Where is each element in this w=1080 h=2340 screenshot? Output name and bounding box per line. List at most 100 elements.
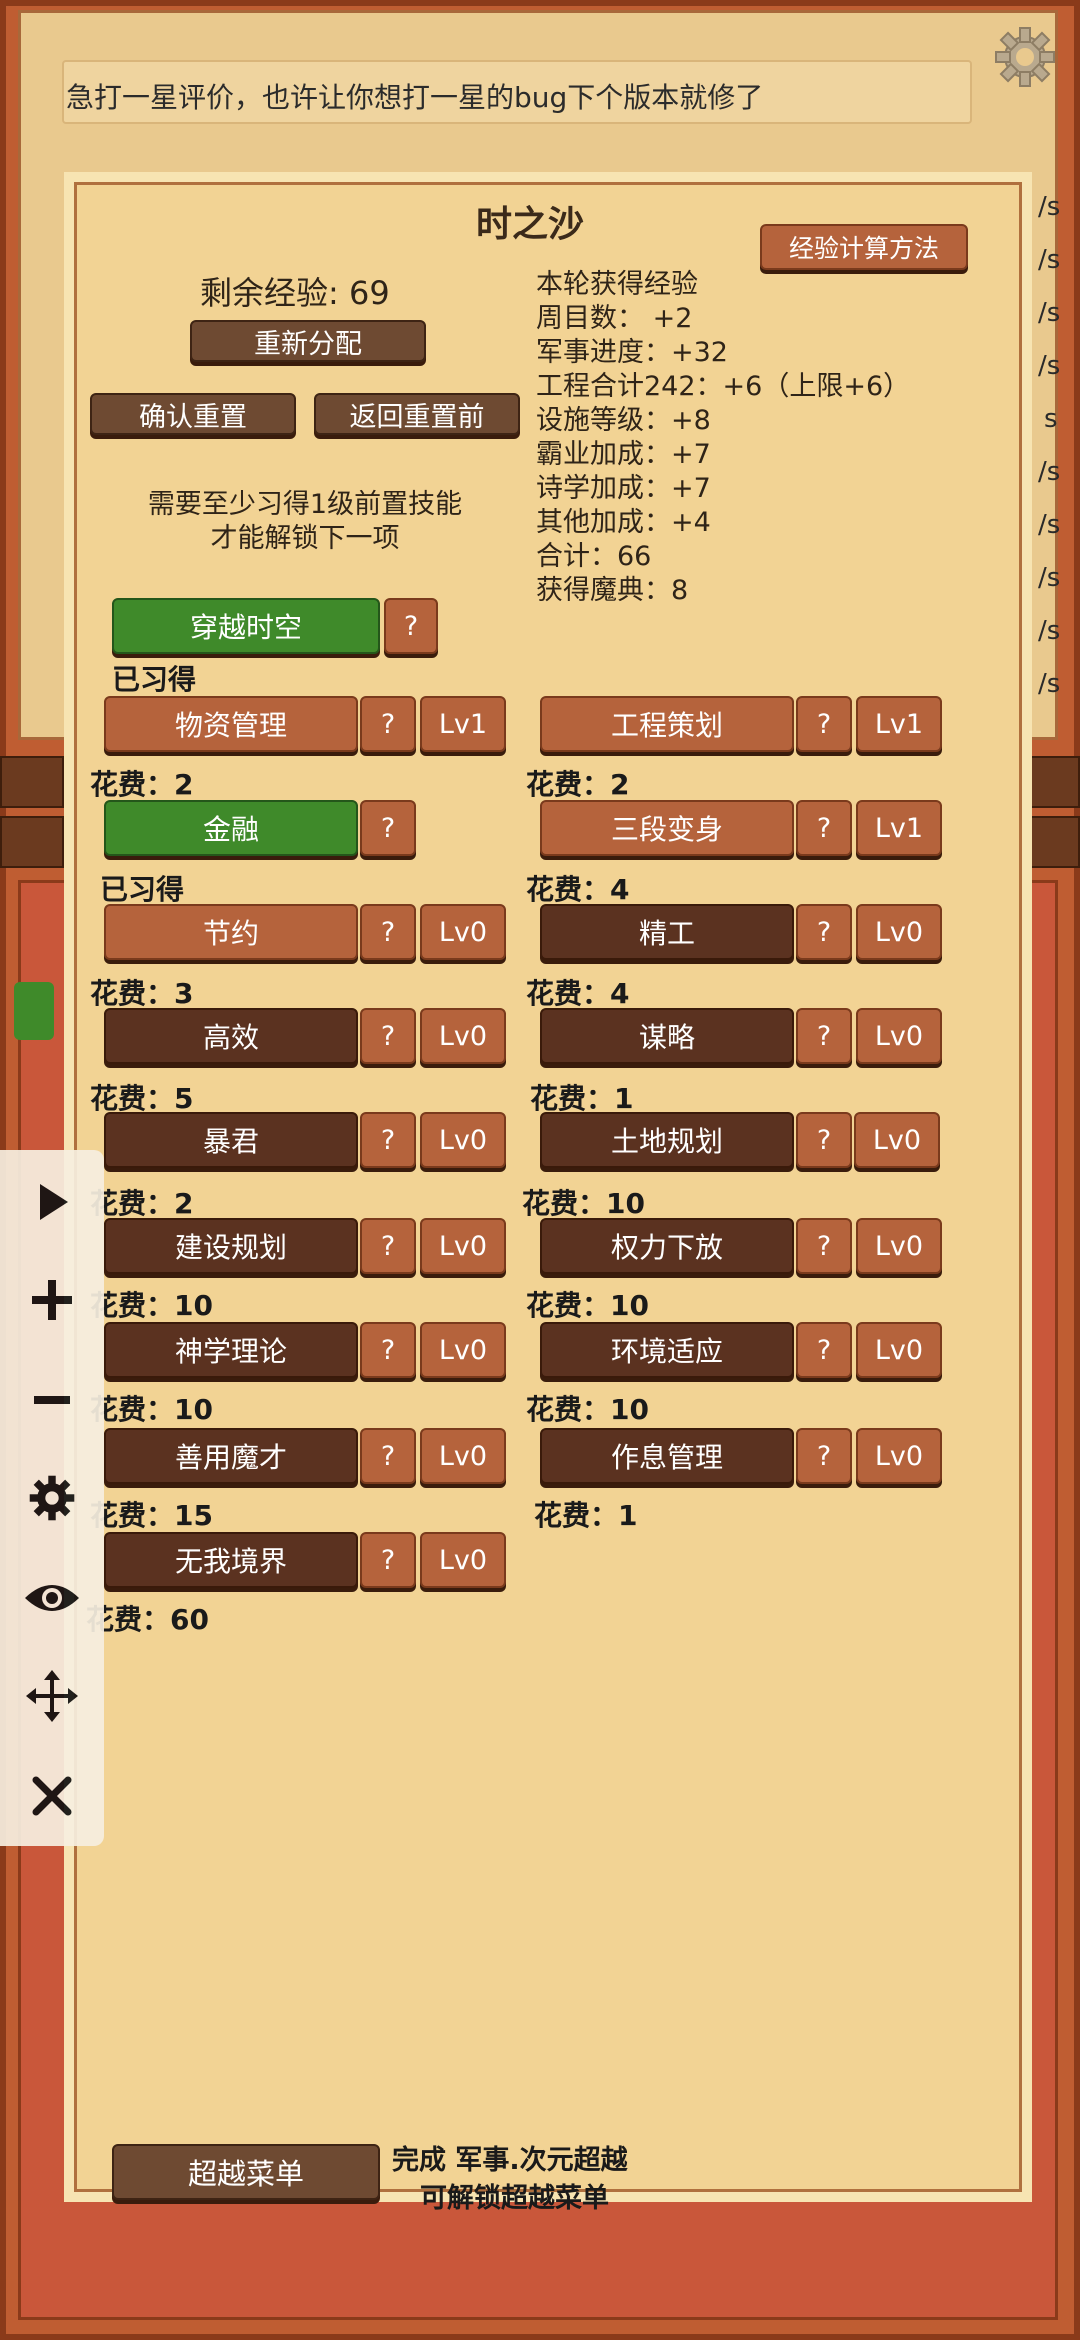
exp-stats: 本轮获得经验 周目数： +2 军事进度：+32 工程合计242：+6（上限+6）… [536, 268, 910, 608]
exp-stat-line: 军事进度：+32 [536, 337, 728, 368]
skill-level-button[interactable]: Lv1 [856, 800, 942, 856]
skill-help-button[interactable]: ? [360, 1322, 416, 1378]
background-green-button [14, 982, 54, 1040]
skill-button[interactable]: 高效 [104, 1008, 358, 1064]
skill-help-button[interactable]: ? [360, 1532, 416, 1588]
skill-help-button[interactable]: ? [796, 1322, 852, 1378]
skill-help-button[interactable]: ? [360, 904, 416, 960]
exp-stat-line: 合计：66 [536, 541, 652, 572]
panel-title: 时之沙 [475, 204, 584, 245]
exp-stat-line: 获得魔典：8 [536, 575, 689, 606]
skill-level-button[interactable]: Lv0 [420, 1428, 506, 1484]
skill-button[interactable]: 建设规划 [104, 1218, 358, 1274]
skill-button[interactable]: 神学理论 [104, 1322, 358, 1378]
skill-level-button[interactable]: Lv0 [420, 1532, 506, 1588]
skill-level-button[interactable]: Lv0 [420, 904, 506, 960]
skill-help-button[interactable]: ? [796, 800, 852, 856]
skill-button[interactable]: 善用魔才 [104, 1428, 358, 1484]
background-strip [0, 816, 64, 868]
skill-level-button[interactable]: Lv0 [856, 904, 942, 960]
skill-help-button[interactable]: ? [796, 904, 852, 960]
exp-stat-line: 工程合计242：+6（上限+6） [536, 371, 911, 402]
skill-help-button[interactable]: ? [796, 1428, 852, 1484]
skill-button[interactable]: 环境适应 [540, 1322, 794, 1378]
skill-cost: 花费：1 [530, 1082, 634, 1115]
skill-level-button[interactable]: Lv0 [856, 1428, 942, 1484]
skill-button-root[interactable]: 穿越时空 [112, 598, 380, 654]
side-text: /s [1038, 669, 1061, 699]
exp-stat-line: 诗学加成：+7 [536, 473, 711, 504]
skill-cost: 花费：1 [534, 1499, 638, 1532]
skill-help-button[interactable]: ? [360, 1008, 416, 1064]
skill-cost: 花费：2 [526, 768, 630, 801]
skill-level-button[interactable]: Lv0 [856, 1322, 942, 1378]
skill-cost: 花费：10 [526, 1393, 649, 1426]
exp-stat-line: 周目数： +2 [536, 303, 693, 334]
side-text: /s [1038, 616, 1061, 646]
side-text: /s [1038, 457, 1061, 487]
skill-cost: 花费：10 [90, 1393, 213, 1426]
skill-button[interactable]: 权力下放 [540, 1218, 794, 1274]
eye-icon[interactable] [22, 1568, 82, 1628]
skill-button[interactable]: 精工 [540, 904, 794, 960]
skill-help-button[interactable]: ? [360, 1428, 416, 1484]
skill-button[interactable]: 暴君 [104, 1112, 358, 1168]
side-text: /s [1038, 245, 1061, 275]
skill-cost: 花费：10 [522, 1187, 645, 1220]
side-text: /s [1038, 192, 1061, 222]
play-icon[interactable] [22, 1172, 82, 1232]
skill-cost: 花费：10 [526, 1289, 649, 1322]
skill-button[interactable]: 金融 [104, 800, 358, 856]
floating-toolbar [0, 1150, 104, 1846]
skill-level-button[interactable]: Lv1 [420, 696, 506, 752]
skill-button[interactable]: 谋略 [540, 1008, 794, 1064]
skill-button[interactable]: 工程策划 [540, 696, 794, 752]
close-icon[interactable] [22, 1766, 82, 1826]
exp-stat-line: 霸业加成：+7 [536, 439, 711, 470]
skill-button[interactable]: 土地规划 [540, 1112, 794, 1168]
skill-cost: 花费：2 [90, 1187, 194, 1220]
skill-level-button[interactable]: Lv0 [856, 1008, 942, 1064]
skill-help-button[interactable]: ? [360, 696, 416, 752]
skill-button[interactable]: 作息管理 [540, 1428, 794, 1484]
skill-help-button[interactable]: ? [360, 800, 416, 856]
side-text: /s [1038, 563, 1061, 593]
skill-level-button[interactable]: Lv0 [420, 1008, 506, 1064]
skill-help-button[interactable]: ? [796, 1008, 852, 1064]
skill-level-button[interactable]: Lv0 [420, 1218, 506, 1274]
skill-cost: 花费：4 [526, 873, 630, 906]
exp-stat-line: 本轮获得经验 [536, 269, 698, 300]
skill-cost: 花费：5 [90, 1082, 194, 1115]
skill-status: 已习得 [100, 873, 185, 906]
skill-help-button[interactable]: ? [796, 1112, 852, 1168]
unlock-hint: 完成 军事.次元超越 [392, 2145, 628, 2176]
skill-help-button[interactable]: ? [360, 1112, 416, 1168]
gear-icon[interactable] [22, 1468, 82, 1528]
skill-level-button[interactable]: Lv1 [856, 696, 942, 752]
redistribute-button[interactable]: 重新分配 [190, 320, 426, 362]
transcend-menu-button[interactable]: 超越菜单 [112, 2144, 380, 2200]
skill-level-button[interactable]: Lv0 [856, 1218, 942, 1274]
skill-level-button[interactable]: Lv0 [854, 1112, 940, 1168]
settings-gear-icon[interactable] [990, 22, 1060, 92]
skill-help-button[interactable]: ? [796, 1218, 852, 1274]
skill-cost: 花费：4 [526, 977, 630, 1010]
plus-icon[interactable] [22, 1270, 82, 1330]
skill-cost: 花费：2 [90, 768, 194, 801]
skill-button[interactable]: 节约 [104, 904, 358, 960]
side-text: /s [1038, 351, 1061, 381]
exp-method-button[interactable]: 经验计算方法 [760, 224, 968, 270]
skill-cost: 花费：60 [86, 1603, 209, 1636]
revert-reset-button[interactable]: 返回重置前 [314, 393, 520, 435]
skill-level-button[interactable]: Lv0 [420, 1322, 506, 1378]
move-icon[interactable] [22, 1666, 82, 1726]
skill-help-button[interactable]: ? [796, 696, 852, 752]
skill-button[interactable]: 三段变身 [540, 800, 794, 856]
minus-icon[interactable] [22, 1370, 82, 1430]
skill-button[interactable]: 物资管理 [104, 696, 358, 752]
confirm-reset-button[interactable]: 确认重置 [90, 393, 296, 435]
skill-help-button[interactable]: ? [360, 1218, 416, 1274]
skill-level-button[interactable]: Lv0 [420, 1112, 506, 1168]
skill-help-button[interactable]: ? [384, 598, 438, 654]
skill-button[interactable]: 无我境界 [104, 1532, 358, 1588]
